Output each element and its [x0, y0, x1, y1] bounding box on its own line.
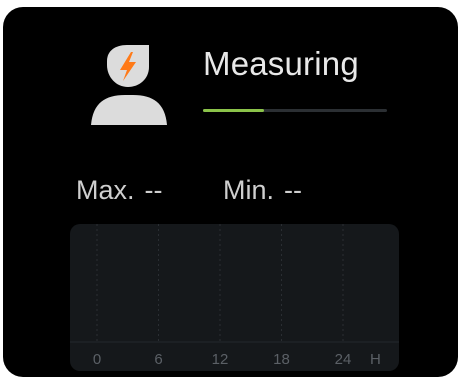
- max-stat: Max. --: [76, 175, 163, 206]
- x-tick-label-12: 12: [212, 351, 229, 368]
- min-value: --: [284, 175, 302, 205]
- x-tick-label-24: 24: [335, 351, 352, 368]
- person-bolt-icon: [89, 39, 169, 129]
- measurement-card: Measuring Max. -- Min. -- 0 6 12 18 24 H: [3, 7, 458, 377]
- x-tick-label-0: 0: [93, 351, 101, 368]
- chart-grid: [96, 224, 344, 342]
- x-tick-label-18: 18: [273, 351, 290, 368]
- status-title: Measuring: [203, 45, 359, 82]
- min-stat: Min. --: [223, 175, 302, 206]
- min-label: Min.: [223, 175, 275, 205]
- chart-unit-label: H: [370, 351, 381, 368]
- max-value: --: [144, 175, 163, 205]
- progress-fill: [203, 109, 264, 112]
- x-tick-label-6: 6: [154, 351, 162, 368]
- max-label: Max.: [76, 175, 135, 205]
- history-chart-svg: 0 6 12 18 24 H: [70, 224, 399, 368]
- history-chart: 0 6 12 18 24 H: [70, 224, 399, 371]
- chart-x-axis: 0 6 12 18 24: [93, 351, 352, 368]
- measurement-progress-bar: [203, 109, 387, 112]
